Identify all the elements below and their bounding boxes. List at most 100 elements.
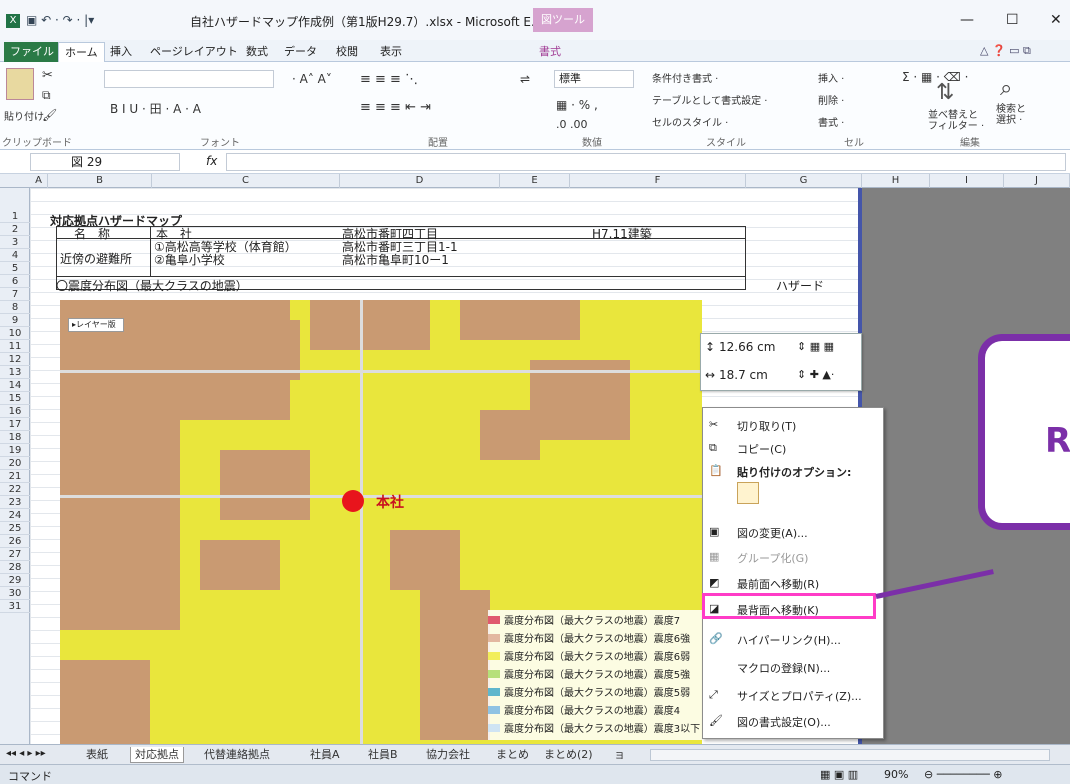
- row-header[interactable]: 3: [0, 236, 30, 249]
- cell-style-button[interactable]: セルのスタイル ·: [652, 114, 728, 129]
- tab-nav-icon[interactable]: ◂◂ ◂ ▸ ▸▸: [6, 748, 46, 759]
- formula-input[interactable]: [226, 153, 1066, 171]
- close-button[interactable]: ✕: [1050, 12, 1062, 28]
- row-header[interactable]: 25: [0, 522, 30, 535]
- row-header[interactable]: 19: [0, 444, 30, 457]
- hazard-map-image[interactable]: ▸レイヤー版 本社 震度分布図（最大クラスの地震）震度7 震度分布図（最大クラスの…: [60, 300, 702, 744]
- font-style-controls[interactable]: B I U · 田 · A · A: [110, 100, 201, 117]
- menu-cut[interactable]: 切り取り(T): [737, 418, 796, 434]
- col-f[interactable]: F: [570, 174, 746, 188]
- row-header[interactable]: 9: [0, 314, 30, 327]
- tab-formulas[interactable]: 数式: [240, 42, 274, 62]
- align-center-icon[interactable]: ≡ ≡ ≡ ⇤ ⇥: [360, 100, 431, 115]
- row-header[interactable]: 1: [0, 210, 30, 223]
- fx-icon[interactable]: fx: [206, 154, 217, 168]
- col-c[interactable]: C: [152, 174, 340, 188]
- zoom-slider[interactable]: ⊖ ──────── ⊕: [924, 768, 1064, 782]
- conditional-format-button[interactable]: 条件付き書式 ·: [652, 70, 718, 85]
- row-header[interactable]: 17: [0, 418, 30, 431]
- tab-data[interactable]: データ: [278, 42, 323, 62]
- height-input[interactable]: 12.66 cm: [719, 340, 775, 354]
- sort-filter-button[interactable]: 並べ替えと フィルター ·: [928, 110, 984, 132]
- sheet-tab[interactable]: 協力会社: [422, 747, 474, 763]
- col-h[interactable]: H: [862, 174, 930, 188]
- font-name-box[interactable]: [104, 70, 274, 88]
- horizontal-scrollbar[interactable]: [650, 749, 1050, 761]
- sheet-tab[interactable]: 社員A: [306, 747, 344, 763]
- col-j[interactable]: J: [1004, 174, 1070, 188]
- align-top-icon[interactable]: ≡ ≡ ≡ ⋱: [360, 72, 418, 87]
- sheet-tab[interactable]: 代替連絡拠点: [200, 747, 274, 763]
- col-a[interactable]: A: [30, 174, 48, 188]
- row-header[interactable]: 30: [0, 587, 30, 600]
- insert-cells-button[interactable]: 挿入 ·: [818, 70, 844, 85]
- row-header[interactable]: 13: [0, 366, 30, 379]
- tab-home[interactable]: ホーム: [58, 42, 105, 62]
- row-header[interactable]: 31: [0, 600, 30, 613]
- name-box[interactable]: 図 29: [30, 153, 180, 171]
- cut-icon[interactable]: ✂: [42, 68, 53, 83]
- row-header[interactable]: 11: [0, 340, 30, 353]
- quick-access-icon[interactable]: ▣ ↶ · ↷ · |▾: [26, 13, 94, 27]
- row-header[interactable]: 5: [0, 262, 30, 275]
- row-header[interactable]: 27: [0, 548, 30, 561]
- row-header[interactable]: 18: [0, 431, 30, 444]
- menu-hyperlink[interactable]: ハイパーリンク(H)...: [737, 632, 841, 648]
- paste-label[interactable]: 貼り付け: [4, 108, 44, 123]
- crop-icon[interactable]: ⇕ ✚ ▲·: [797, 368, 834, 381]
- row-header[interactable]: 2: [0, 223, 30, 236]
- row-header[interactable]: 4: [0, 249, 30, 262]
- menu-format-picture[interactable]: 図の書式設定(O)...: [737, 714, 831, 730]
- row-header[interactable]: 6: [0, 275, 30, 288]
- menu-change-picture[interactable]: 図の変更(A)...: [737, 525, 808, 541]
- copy-icon[interactable]: ⧉: [42, 88, 51, 103]
- sheet-tab[interactable]: ョ: [610, 747, 629, 763]
- col-d[interactable]: D: [340, 174, 500, 188]
- sheet-tab[interactable]: まとめ(2): [540, 747, 597, 763]
- row-header[interactable]: 12: [0, 353, 30, 366]
- sheet-tab[interactable]: 表紙: [82, 747, 112, 763]
- sheet-tab[interactable]: 社員B: [364, 747, 402, 763]
- sort-filter-icon[interactable]: ⇅: [936, 80, 954, 105]
- row-header[interactable]: 15: [0, 392, 30, 405]
- format-table-button[interactable]: テーブルとして書式設定 ·: [652, 92, 767, 107]
- menu-assign-macro[interactable]: マクロの登録(N)...: [737, 660, 830, 676]
- row-header[interactable]: 22: [0, 483, 30, 496]
- tab-file[interactable]: ファイル: [4, 42, 60, 62]
- find-select-button[interactable]: 検索と 選択 ·: [996, 104, 1026, 126]
- row-header[interactable]: 24: [0, 509, 30, 522]
- width-input[interactable]: 18.7 cm: [719, 368, 768, 382]
- find-select-icon[interactable]: ⌕: [1000, 76, 1012, 101]
- minimize-button[interactable]: —: [960, 12, 974, 28]
- row-header[interactable]: 16: [0, 405, 30, 418]
- row-header[interactable]: 21: [0, 470, 30, 483]
- menu-size-properties[interactable]: サイズとプロパティ(Z)...: [737, 688, 862, 704]
- decimal-icon[interactable]: .0 .00: [556, 118, 588, 131]
- col-b[interactable]: B: [48, 174, 152, 188]
- help-icon[interactable]: △ ❓ ▭ ⧉: [980, 44, 1031, 58]
- format-cells-button[interactable]: 書式 ·: [818, 114, 844, 129]
- row-header[interactable]: 23: [0, 496, 30, 509]
- view-buttons-icon[interactable]: ▦ ▣ ▥: [820, 768, 858, 781]
- row-header[interactable]: 14: [0, 379, 30, 392]
- format-painter-icon[interactable]: 🖌: [42, 108, 57, 122]
- number-format-box[interactable]: 標準: [554, 70, 634, 88]
- height-spinner-icon[interactable]: ⇕ ▦ ▦: [797, 340, 834, 353]
- row-header[interactable]: 7: [0, 288, 30, 301]
- row-header[interactable]: 8: [0, 301, 30, 314]
- tab-format[interactable]: 書式: [533, 42, 567, 62]
- sheet-tab-active[interactable]: 対応拠点: [130, 747, 184, 763]
- zoom-level[interactable]: 90%: [884, 768, 908, 781]
- row-header[interactable]: 28: [0, 561, 30, 574]
- row-header[interactable]: 29: [0, 574, 30, 587]
- col-e[interactable]: E: [500, 174, 570, 188]
- maximize-button[interactable]: ☐: [1006, 12, 1019, 28]
- col-g[interactable]: G: [746, 174, 862, 188]
- menu-bring-to-front[interactable]: 最前面へ移動(R): [737, 576, 819, 592]
- paste-icon[interactable]: [6, 68, 34, 100]
- sheet-tab[interactable]: まとめ: [492, 747, 533, 763]
- menu-copy[interactable]: コピー(C): [737, 441, 786, 457]
- row-header[interactable]: 10: [0, 327, 30, 340]
- currency-icon[interactable]: ▦ · % ,: [556, 98, 598, 112]
- delete-cells-button[interactable]: 削除 ·: [818, 92, 844, 107]
